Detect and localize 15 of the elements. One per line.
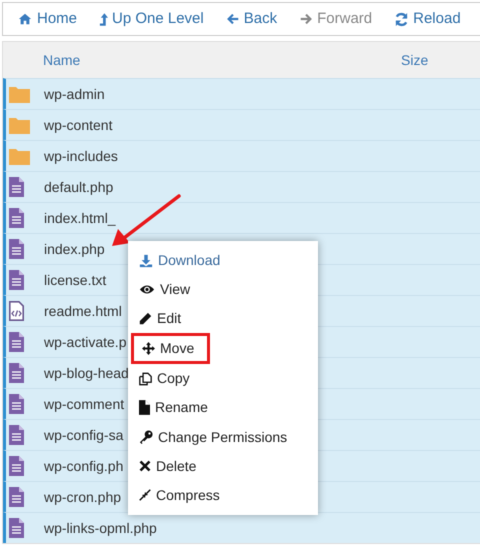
file-name: license.txt xyxy=(44,270,106,290)
file-name: index.html_ xyxy=(44,208,116,228)
file-name: wp-comment xyxy=(44,394,124,414)
file-name: wp-config.ph xyxy=(44,456,124,476)
file-name: readme.html xyxy=(44,302,122,320)
file-name: wp-links-opml.php xyxy=(44,518,157,538)
file-name: wp-admin xyxy=(44,84,105,104)
file-name: wp-content xyxy=(44,116,112,135)
file-name: wp-config-sa xyxy=(44,426,124,445)
file-name: index.php xyxy=(44,240,105,259)
file-name: wp-blog-head xyxy=(44,364,129,383)
file-name: wp-activate.p xyxy=(44,332,126,352)
file-name: wp-includes xyxy=(44,146,118,166)
file-name: wp-cron.php xyxy=(44,488,122,507)
file-name: default.php xyxy=(44,178,114,197)
